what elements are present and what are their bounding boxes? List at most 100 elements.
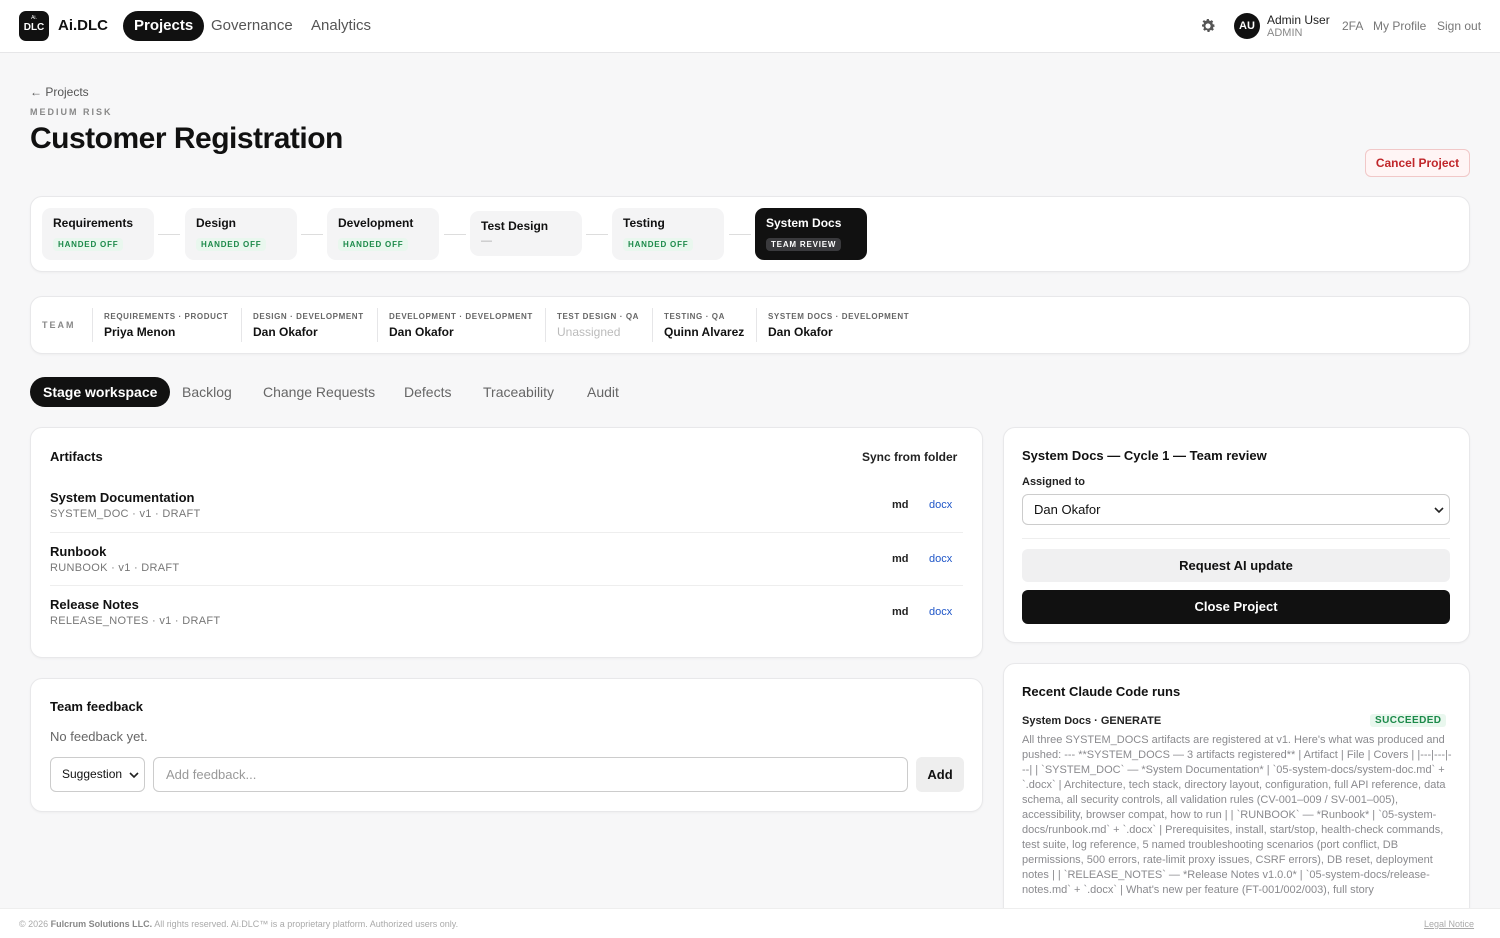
stage-test-design[interactable]: Test Design — [470, 211, 582, 256]
status-badge: SUCCEEDED [1370, 714, 1447, 727]
run-header[interactable]: System Docs · GENERATE [1022, 715, 1161, 727]
feedback-type-select[interactable]: Suggestion [50, 757, 145, 792]
request-ai-update-button[interactable]: Request AI update [1022, 549, 1450, 582]
footer: © 2026 Fulcrum Solutions LLC. All rights… [0, 908, 1500, 938]
tab-audit[interactable]: Audit [574, 377, 632, 407]
2fa-link[interactable]: 2FA [1342, 19, 1363, 33]
stage-connector [444, 234, 466, 235]
stage-name: Testing [623, 216, 665, 230]
sign-out-link[interactable]: Sign out [1437, 19, 1481, 33]
team-member: DEVELOPMENT · DEVELOPMENT Dan Okafor [389, 312, 533, 339]
divider [50, 585, 963, 586]
no-feedback-text: No feedback yet. [50, 729, 148, 744]
logo-bottom-text: DLC [23, 22, 45, 33]
team-member: DESIGN · DEVELOPMENT Dan Okafor [253, 312, 364, 339]
stage-connector [301, 234, 323, 235]
my-profile-link[interactable]: My Profile [1373, 19, 1426, 33]
stage-name: Requirements [53, 216, 134, 230]
divider [1022, 538, 1450, 539]
divider [92, 308, 93, 342]
assigned-to-select[interactable]: Dan Okafor [1022, 494, 1450, 525]
sync-from-folder-button[interactable]: Sync from folder [862, 450, 957, 464]
chevron-down-icon [129, 772, 139, 779]
download-md-link[interactable]: md [892, 553, 909, 565]
stage-connector [158, 234, 180, 235]
status-badge: — [481, 235, 492, 247]
stage-requirements[interactable]: Requirements HANDED OFF [42, 208, 154, 260]
status-badge: HANDED OFF [196, 238, 267, 251]
stage-development[interactable]: Development HANDED OFF [327, 208, 439, 260]
member-name: Priya Menon [104, 325, 176, 339]
artifact-name[interactable]: System Documentation [50, 490, 194, 505]
divider [652, 308, 653, 342]
tab-change-requests[interactable]: Change Requests [250, 377, 388, 407]
status-badge: HANDED OFF [53, 238, 124, 251]
team-bar [30, 296, 1470, 354]
stage-testing[interactable]: Testing HANDED OFF [612, 208, 724, 260]
page-title: Customer Registration [30, 122, 343, 155]
cycle-title: System Docs — Cycle 1 — Team review [1022, 448, 1267, 463]
artifact-meta: SYSTEM_DOC · v1 · DRAFT [50, 508, 201, 520]
copyright-year: © 2026 [19, 919, 49, 929]
feedback-title: Team feedback [50, 699, 143, 714]
member-name: Dan Okafor [253, 325, 318, 339]
tab-stage-workspace[interactable]: Stage workspace [30, 377, 171, 407]
status-badge: HANDED OFF [338, 238, 409, 251]
tab-traceability[interactable]: Traceability [470, 377, 567, 407]
back-to-projects-link[interactable]: ← Projects [30, 85, 89, 99]
nav-projects[interactable]: Projects [123, 11, 205, 41]
member-role: REQUIREMENTS · PRODUCT [104, 312, 229, 321]
member-role: SYSTEM DOCS · DEVELOPMENT [768, 312, 910, 321]
download-md-link[interactable]: md [892, 499, 909, 511]
download-docx-link[interactable]: docx [929, 606, 952, 618]
tab-defects[interactable]: Defects [391, 377, 464, 407]
avatar[interactable]: AU [1234, 13, 1260, 39]
copyright-text: © 2026 Fulcrum Solutions LLC. All rights… [19, 919, 458, 929]
divider [377, 308, 378, 342]
nav-analytics[interactable]: Analytics [300, 11, 382, 41]
tab-backlog[interactable]: Backlog [169, 377, 245, 407]
team-member: REQUIREMENTS · PRODUCT Priya Menon [104, 312, 228, 339]
stage-design[interactable]: Design HANDED OFF [185, 208, 297, 260]
download-docx-link[interactable]: docx [929, 553, 952, 565]
legal-notice-link[interactable]: Legal Notice [1424, 919, 1474, 929]
member-role: TEST DESIGN · QA [557, 312, 640, 321]
app-name[interactable]: Ai.DLC [58, 17, 108, 34]
close-project-button[interactable]: Close Project [1022, 590, 1450, 624]
stage-system-docs[interactable]: System Docs TEAM REVIEW [755, 208, 867, 260]
artifact-name[interactable]: Release Notes [50, 597, 139, 612]
member-role: DESIGN · DEVELOPMENT [253, 312, 364, 321]
member-role: TESTING · QA [664, 312, 725, 321]
stage-connector [586, 234, 608, 235]
nav-governance[interactable]: Governance [200, 11, 304, 41]
team-member: TEST DESIGN · QA Unassigned [557, 312, 639, 339]
member-name: Quinn Alvarez [664, 325, 745, 339]
team-label: TEAM [42, 320, 76, 330]
status-badge: TEAM REVIEW [766, 238, 842, 251]
status-badge: HANDED OFF [623, 238, 694, 251]
member-name: Dan Okafor [768, 325, 833, 339]
download-docx-link[interactable]: docx [929, 499, 952, 511]
download-md-link[interactable]: md [892, 606, 909, 618]
company-name: Fulcrum Solutions LLC. [50, 919, 153, 929]
member-name: Dan Okafor [389, 325, 454, 339]
team-member: SYSTEM DOCS · DEVELOPMENT Dan Okafor [768, 312, 909, 339]
stage-name: Test Design [481, 219, 549, 233]
run-output-text: All three SYSTEM_DOCS artifacts are regi… [1022, 734, 1452, 896]
app-logo[interactable]: Ai. DLC [19, 11, 49, 41]
artifact-meta: RUNBOOK · v1 · DRAFT [50, 562, 180, 574]
risk-label: MEDIUM RISK [30, 107, 113, 117]
member-role: DEVELOPMENT · DEVELOPMENT [389, 312, 533, 321]
stage-connector [729, 234, 751, 235]
stage-name: System Docs [766, 216, 842, 230]
user-role: ADMIN [1267, 27, 1303, 39]
chevron-down-icon [1434, 507, 1444, 514]
gear-icon[interactable] [1199, 17, 1217, 35]
cancel-project-button[interactable]: Cancel Project [1365, 149, 1470, 177]
add-feedback-button[interactable]: Add [916, 757, 964, 792]
member-name: Unassigned [557, 325, 621, 339]
user-name: Admin User [1267, 13, 1330, 27]
feedback-input[interactable]: Add feedback... [153, 757, 908, 792]
artifact-meta: RELEASE_NOTES · v1 · DRAFT [50, 615, 221, 627]
artifact-name[interactable]: Runbook [50, 544, 106, 559]
